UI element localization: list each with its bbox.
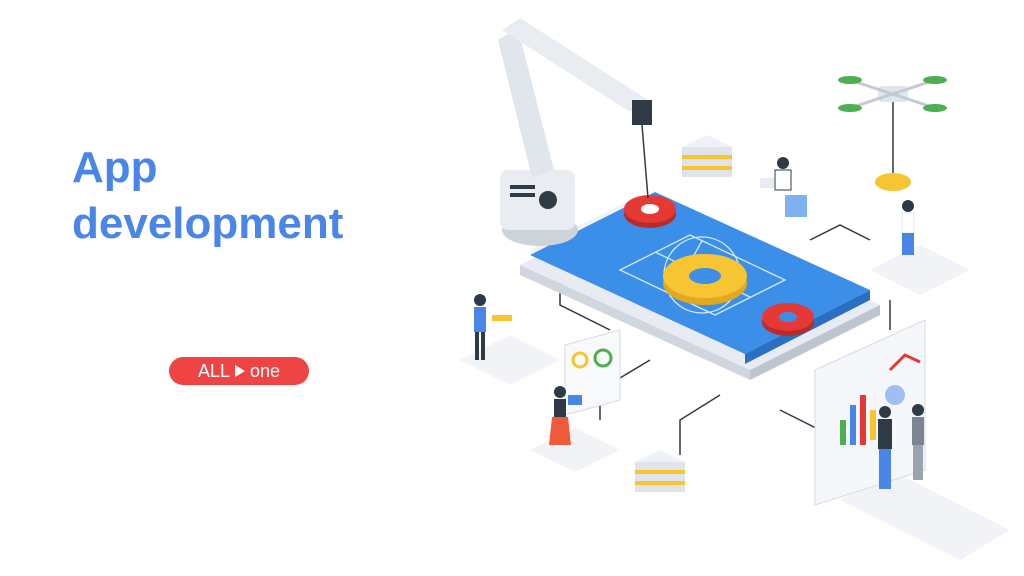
- play-icon: [234, 365, 245, 377]
- page-title: App development: [72, 140, 343, 252]
- person-icon-3: [760, 157, 807, 217]
- title-line-1: App: [72, 143, 158, 192]
- drone-icon: [838, 76, 947, 191]
- server-icon-2: [635, 450, 685, 492]
- badge-left-text: ALL: [197, 360, 230, 381]
- server-icon: [682, 135, 732, 177]
- badge-right-text: one: [249, 360, 281, 381]
- brand-badge[interactable]: ALL one: [169, 357, 309, 385]
- gear-icon-red-2: [762, 303, 814, 336]
- person-icon-4: [901, 200, 915, 255]
- gear-icon: [663, 254, 747, 305]
- whiteboard-chart-icon: [814, 319, 926, 506]
- gear-icon-red-1: [624, 195, 676, 228]
- title-line-2: development: [72, 199, 344, 248]
- app-development-illustration: [460, 18, 1010, 560]
